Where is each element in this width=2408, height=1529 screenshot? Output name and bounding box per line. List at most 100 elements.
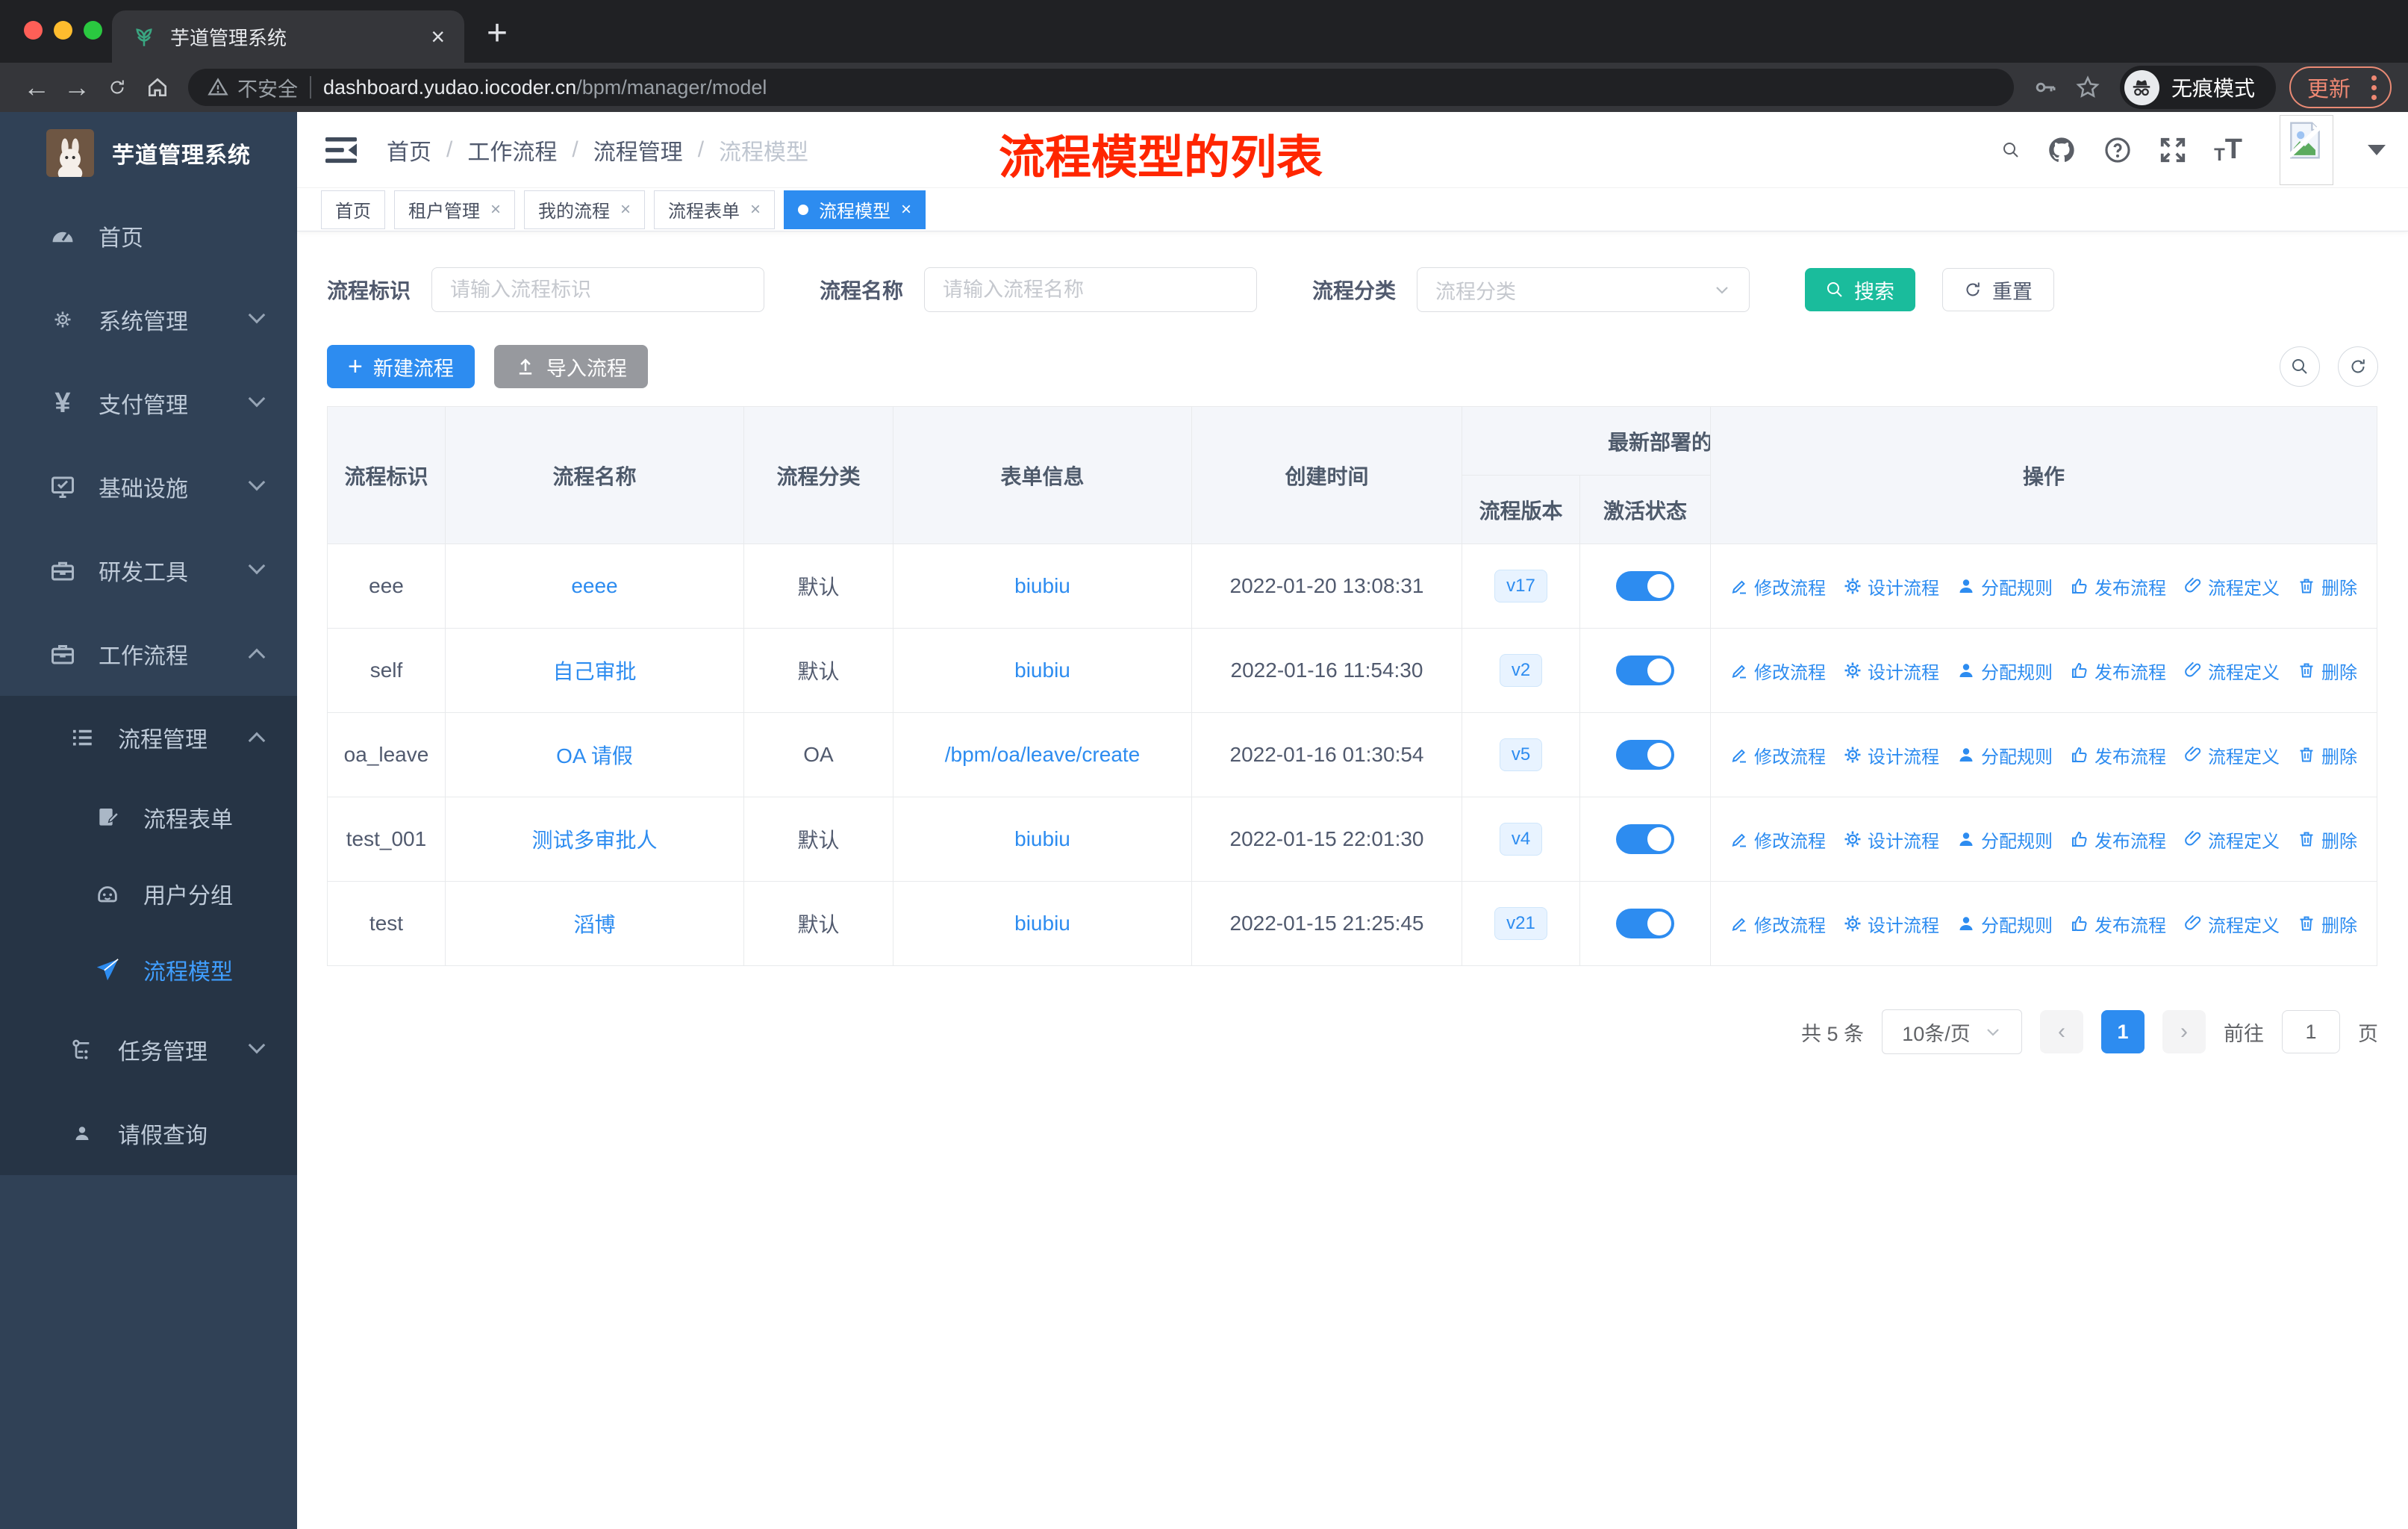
tag-home[interactable]: 首页 — [321, 190, 385, 229]
bookmark-star-icon[interactable] — [2075, 75, 2100, 100]
sidebar-item-payment[interactable]: ¥ 支付管理 — [0, 361, 297, 445]
passwords-key-icon[interactable] — [2033, 75, 2057, 99]
assign-rule-link[interactable]: 分配规则 — [1957, 742, 2053, 768]
breadcrumb-workflow[interactable]: 工作流程 — [467, 134, 557, 166]
delete-link[interactable]: 删除 — [2298, 742, 2357, 768]
publish-process-link[interactable]: 发布流程 — [2071, 826, 2166, 853]
prev-page-button[interactable]: ‹ — [2040, 1010, 2083, 1053]
form-info-link[interactable]: /bpm/oa/leave/create — [945, 743, 1141, 766]
design-process-link[interactable]: 设计流程 — [1844, 911, 1939, 937]
form-info-link[interactable]: biubiu — [1014, 827, 1070, 850]
process-name-link[interactable]: eeee — [571, 574, 617, 597]
delete-link[interactable]: 删除 — [2298, 658, 2357, 684]
active-toggle[interactable] — [1616, 824, 1674, 854]
process-key-input[interactable] — [431, 267, 765, 312]
reload-button[interactable] — [97, 67, 137, 108]
sidebar-item-process-model[interactable]: 流程模型 — [0, 932, 297, 1008]
modify-process-link[interactable]: 修改流程 — [1730, 658, 1826, 684]
address-bar[interactable]: 不安全 dashboard.yudao.iocoder.cn/bpm/manag… — [188, 69, 2014, 106]
goto-page-input[interactable] — [2282, 1010, 2340, 1053]
design-process-link[interactable]: 设计流程 — [1844, 826, 1939, 853]
assign-rule-link[interactable]: 分配规则 — [1957, 826, 2053, 853]
sidebar-item-user-group[interactable]: 用户分组 — [0, 856, 297, 932]
breadcrumb-home[interactable]: 首页 — [387, 134, 431, 166]
sidebar-item-process-management[interactable]: 流程管理 — [0, 696, 297, 779]
breadcrumb-process-management[interactable]: 流程管理 — [593, 134, 683, 166]
sidebar-item-workflow[interactable]: 工作流程 — [0, 612, 297, 696]
sidebar-logo[interactable]: 芋道管理系统 — [0, 112, 297, 194]
publish-process-link[interactable]: 发布流程 — [2071, 658, 2166, 684]
process-category-select[interactable]: 流程分类 — [1417, 267, 1750, 312]
publish-process-link[interactable]: 发布流程 — [2071, 742, 2166, 768]
process-name-link[interactable]: OA 请假 — [556, 744, 633, 767]
avatar-caret-icon[interactable] — [2368, 144, 2386, 155]
tag-process-form[interactable]: 流程表单 × — [654, 190, 776, 229]
process-name-link[interactable]: 滔博 — [573, 913, 615, 936]
page-1-button[interactable]: 1 — [2101, 1010, 2145, 1053]
home-button[interactable] — [137, 67, 178, 108]
window-controls[interactable] — [24, 21, 102, 40]
new-tab-button[interactable]: + — [487, 13, 508, 54]
delete-link[interactable]: 删除 — [2298, 826, 2357, 853]
minimize-window-button[interactable] — [54, 21, 72, 40]
forward-button[interactable]: → — [57, 67, 97, 108]
design-process-link[interactable]: 设计流程 — [1844, 742, 1939, 768]
refresh-table-button[interactable] — [2338, 346, 2378, 387]
security-indicator[interactable]: 不安全 — [208, 73, 298, 102]
import-process-button[interactable]: 导入流程 — [493, 345, 648, 388]
tag-my-process[interactable]: 我的流程 × — [524, 190, 646, 229]
form-info-link[interactable]: biubiu — [1014, 658, 1070, 682]
browser-menu-icon[interactable] — [2365, 75, 2383, 100]
version-badge[interactable]: v5 — [1499, 738, 1543, 771]
sidebar-item-infrastructure[interactable]: 基础设施 — [0, 445, 297, 529]
version-badge[interactable]: v17 — [1494, 570, 1547, 602]
process-definition-link[interactable]: 流程定义 — [2184, 911, 2280, 937]
modify-process-link[interactable]: 修改流程 — [1730, 573, 1826, 600]
sidebar-item-devtools[interactable]: 研发工具 — [0, 529, 297, 612]
show-search-button[interactable] — [2280, 346, 2320, 387]
modify-process-link[interactable]: 修改流程 — [1730, 742, 1826, 768]
create-process-button[interactable]: + 新建流程 — [327, 345, 475, 388]
sidebar-item-home[interactable]: 首页 — [0, 194, 297, 278]
sidebar-item-system[interactable]: 系统管理 — [0, 278, 297, 361]
search-icon[interactable] — [2002, 141, 2020, 159]
search-button[interactable]: 搜索 — [1805, 268, 1916, 311]
process-definition-link[interactable]: 流程定义 — [2184, 826, 2280, 853]
assign-rule-link[interactable]: 分配规则 — [1957, 911, 2053, 937]
version-badge[interactable]: v2 — [1499, 654, 1543, 687]
process-definition-link[interactable]: 流程定义 — [2184, 742, 2280, 768]
form-info-link[interactable]: biubiu — [1014, 574, 1070, 597]
collapse-sidebar-icon[interactable] — [324, 134, 358, 166]
process-name-link[interactable]: 自己审批 — [552, 660, 636, 683]
tag-process-model[interactable]: 流程模型 × — [784, 190, 926, 229]
publish-process-link[interactable]: 发布流程 — [2071, 911, 2166, 937]
github-icon[interactable] — [2047, 135, 2077, 165]
sidebar-item-leave-query[interactable]: 请假查询 — [0, 1092, 297, 1175]
assign-rule-link[interactable]: 分配规则 — [1957, 658, 2053, 684]
active-toggle[interactable] — [1616, 909, 1674, 938]
delete-link[interactable]: 删除 — [2298, 911, 2357, 937]
design-process-link[interactable]: 设计流程 — [1844, 658, 1939, 684]
process-definition-link[interactable]: 流程定义 — [2184, 573, 2280, 600]
form-info-link[interactable]: biubiu — [1014, 912, 1070, 935]
avatar[interactable] — [2280, 114, 2333, 185]
close-icon[interactable]: × — [490, 200, 501, 219]
process-name-link[interactable]: 测试多审批人 — [531, 829, 657, 852]
modify-process-link[interactable]: 修改流程 — [1730, 911, 1826, 937]
sidebar-item-task-management[interactable]: 任务管理 — [0, 1008, 297, 1092]
active-toggle[interactable] — [1616, 655, 1674, 685]
browser-update-button[interactable]: 更新 — [2289, 66, 2392, 108]
back-button[interactable]: ← — [16, 67, 57, 108]
version-badge[interactable]: v21 — [1494, 907, 1547, 940]
close-icon[interactable]: × — [750, 200, 761, 219]
process-definition-link[interactable]: 流程定义 — [2184, 658, 2280, 684]
active-toggle[interactable] — [1616, 740, 1674, 770]
help-icon[interactable] — [2103, 136, 2132, 164]
zoom-window-button[interactable] — [84, 21, 102, 40]
next-page-button[interactable]: › — [2162, 1010, 2206, 1053]
version-badge[interactable]: v4 — [1499, 823, 1543, 856]
browser-tab[interactable]: 芋道管理系统 × — [112, 10, 464, 63]
tab-close-icon[interactable]: × — [431, 25, 445, 49]
reset-button[interactable]: 重置 — [1942, 268, 2055, 311]
active-toggle[interactable] — [1616, 571, 1674, 601]
